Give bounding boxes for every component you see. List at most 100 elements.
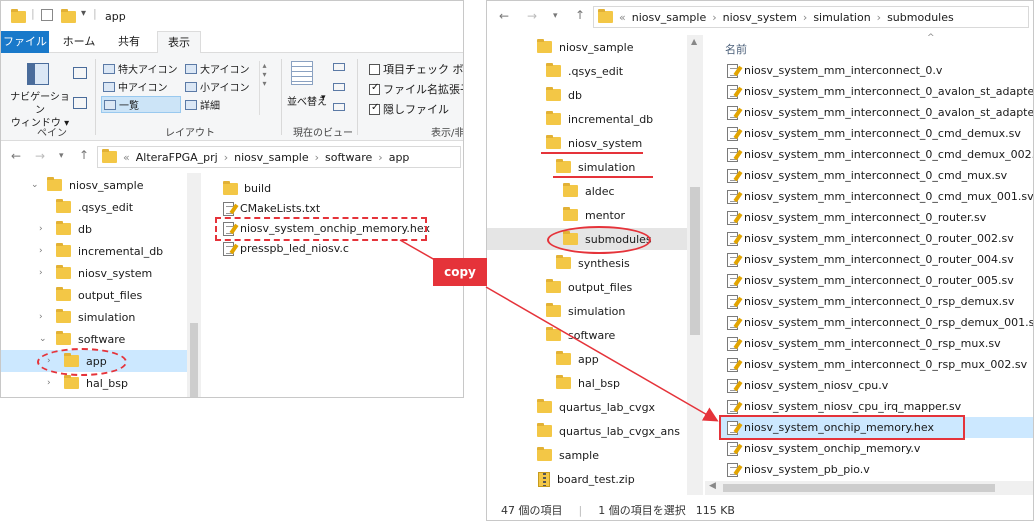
breadcrumb-item[interactable]: niosv_system	[723, 11, 797, 24]
breadcrumb-item[interactable]: simulation	[813, 11, 870, 24]
overflow-chevron-icon[interactable]: «	[619, 11, 626, 24]
list-item[interactable]: niosv_system_pb_pio.v	[727, 459, 870, 480]
tree-item[interactable]: aldec	[487, 180, 687, 202]
sort-icon[interactable]	[291, 61, 313, 85]
back-arrow-icon[interactable]: ←	[11, 149, 21, 163]
tree-item[interactable]: software	[487, 324, 687, 346]
list-item[interactable]: niosv_system_mm_interconnect_0_avalon_st…	[727, 102, 1033, 123]
tree-item[interactable]: › incremental_db	[1, 240, 187, 262]
list-item[interactable]: niosv_system_mm_interconnect_0_cmd_demux…	[727, 144, 1033, 165]
list-item[interactable]: niosv_system_mm_interconnect_0_avalon_st…	[727, 81, 1033, 102]
details-pane-icon[interactable]	[73, 97, 87, 109]
list-item[interactable]: niosv_system_niosv_cpu_irq_mapper.sv	[727, 396, 961, 417]
tree-item[interactable]: .qsys_edit	[1, 196, 187, 218]
tree-item[interactable]: app	[487, 348, 687, 370]
tree-item[interactable]: incremental_db	[487, 108, 687, 130]
breadcrumb-item[interactable]: software	[325, 151, 372, 164]
tree-item[interactable]: simulation	[487, 300, 687, 322]
layout-list[interactable]: 一覧	[101, 96, 181, 113]
tab-file[interactable]: ファイル	[1, 31, 49, 53]
up-arrow-icon[interactable]: ↑	[575, 8, 585, 22]
tree-item[interactable]: sample	[487, 444, 687, 466]
chevron-right-icon[interactable]: ›	[47, 378, 51, 388]
list-item[interactable]: niosv_system_mm_interconnect_0_router_00…	[727, 228, 1014, 249]
forward-arrow-icon[interactable]: →	[35, 149, 45, 163]
preview-pane-icon[interactable]	[73, 67, 87, 79]
new-folder-icon[interactable]	[61, 9, 76, 23]
tree-item[interactable]: hal_bsp	[487, 372, 687, 394]
layout-scroll[interactable]: ▴ ▾ ▾	[259, 61, 269, 115]
list-item[interactable]: niosv_system_mm_interconnect_0_router_00…	[727, 249, 1014, 270]
tree-item[interactable]: .qsys_edit	[487, 60, 687, 82]
tree-item[interactable]: ⌄ software	[1, 328, 187, 350]
list-item[interactable]: build	[223, 178, 271, 199]
address-bar[interactable]: « niosv_sample › niosv_system › simulation…	[593, 6, 1029, 28]
list-item[interactable]: niosv_system_mm_interconnect_0_router.sv	[727, 207, 986, 228]
tree-item[interactable]: synthesis	[487, 252, 687, 274]
item-check-boxes[interactable]: 項目チェック ボッ	[369, 61, 463, 77]
list-item[interactable]: niosv_system_mm_interconnect_0_rsp_demux…	[727, 312, 1033, 333]
tree-item[interactable]: quartus_lab_cvgx	[487, 396, 687, 418]
overflow-chevron-icon[interactable]: «	[123, 151, 130, 164]
scrollbar-thumb[interactable]	[190, 323, 198, 397]
tree-scrollbar[interactable]: ▲	[687, 35, 703, 495]
column-header-name[interactable]: 名前	[725, 41, 747, 57]
list-item[interactable]: niosv_system_mm_interconnect_0_cmd_mux_0…	[727, 186, 1033, 207]
recent-chevron-down-icon[interactable]: ▾	[553, 11, 558, 21]
list-item[interactable]: CMakeLists.txt	[223, 198, 320, 219]
chevron-right-icon[interactable]: ›	[39, 312, 43, 322]
horizontal-scrollbar[interactable]: ◀	[705, 481, 1033, 495]
hidden-items[interactable]: 隠しファイル	[369, 101, 449, 117]
file-name-extensions[interactable]: ファイル名拡張子	[369, 81, 463, 97]
tree-item[interactable]: ⌄ niosv_sample	[1, 174, 187, 196]
tree-item[interactable]: › simulation	[1, 306, 187, 328]
list-item[interactable]: niosv_system_mm_interconnect_0.v	[727, 60, 942, 81]
address-bar[interactable]: « AlteraFPGA_prj › niosv_sample › software…	[97, 146, 461, 168]
layout-large-icons[interactable]: 大アイコン	[185, 61, 250, 76]
up-arrow-icon[interactable]: ↑	[79, 148, 89, 162]
chevron-down-icon[interactable]: ⌄	[31, 180, 39, 190]
add-columns-icon[interactable]	[333, 83, 345, 91]
chevron-right-icon[interactable]: ›	[39, 268, 43, 278]
list-item[interactable]: niosv_system_mm_interconnect_0_rsp_demux…	[727, 291, 1014, 312]
list-item[interactable]: niosv_system_niosv_cpu.v	[727, 375, 888, 396]
chevron-right-icon[interactable]: ›	[39, 224, 43, 234]
chevron-right-icon[interactable]: ›	[39, 246, 43, 256]
list-item[interactable]: niosv_system_mm_interconnect_0_rsp_mux.s…	[727, 333, 1001, 354]
quick-access-dropdown-icon[interactable]: ▾	[81, 8, 86, 19]
list-item[interactable]: niosv_system_mm_interconnect_0_cmd_demux…	[727, 123, 1021, 144]
layout-small-icons[interactable]: 小アイコン	[185, 79, 250, 94]
tree-item-niosv-system[interactable]: niosv_system	[487, 132, 687, 154]
list-item[interactable]: niosv_system_mm_interconnect_0_router_00…	[727, 270, 1014, 291]
list-item[interactable]: niosv_system_mm_interconnect_0_cmd_mux.s…	[727, 165, 1007, 186]
list-item[interactable]: presspb_led_niosv.c	[223, 238, 349, 259]
scrollbar-thumb[interactable]	[690, 187, 700, 335]
breadcrumb-item[interactable]: app	[389, 151, 410, 164]
tree-item-simulation[interactable]: simulation	[487, 156, 687, 178]
back-arrow-icon[interactable]: ←	[499, 9, 509, 23]
chevron-down-icon[interactable]: ⌄	[39, 334, 47, 344]
chevron-down-icon[interactable]: ▾	[321, 93, 326, 103]
tree-item[interactable]: › db	[1, 218, 187, 240]
tree-item[interactable]: niosv_sample	[487, 36, 687, 58]
scrollbar-thumb[interactable]	[723, 484, 995, 492]
layout-details[interactable]: 詳細	[185, 97, 220, 112]
tree-item[interactable]: output_files	[1, 284, 187, 306]
tree-scrollbar[interactable]	[187, 173, 201, 397]
layout-medium-icons[interactable]: 中アイコン	[103, 79, 168, 94]
tab-home[interactable]: ホーム	[57, 31, 101, 53]
tab-view[interactable]: 表示	[157, 31, 201, 53]
breadcrumb-item[interactable]: AlteraFPGA_prj	[136, 151, 218, 164]
tree-item[interactable]: › niosv_system	[1, 262, 187, 284]
navigation-pane-icon[interactable]	[27, 63, 49, 85]
list-item[interactable]: niosv_system_onchip_memory.v	[727, 438, 920, 459]
forward-arrow-icon[interactable]: →	[527, 9, 537, 23]
tree-item[interactable]: output_files	[487, 276, 687, 298]
tree-item[interactable]: mentor	[487, 204, 687, 226]
tree-item[interactable]: quartus_lab_cvgx_ans	[487, 420, 687, 442]
scroll-up-icon[interactable]: ▲	[691, 37, 697, 46]
tab-share[interactable]: 共有	[109, 31, 149, 53]
tree-item[interactable]: board_test.zip	[487, 468, 687, 490]
properties-icon[interactable]	[41, 9, 53, 21]
breadcrumb-item[interactable]: niosv_sample	[632, 11, 707, 24]
